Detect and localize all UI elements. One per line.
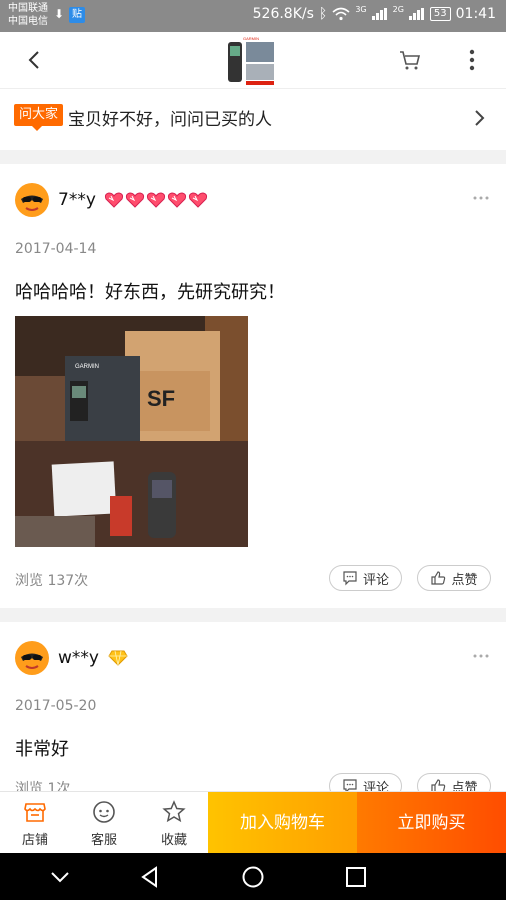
thumbs-up-icon <box>431 571 446 585</box>
star-icon <box>162 800 186 823</box>
status-indicators: 526.8K/s ᛒ 3G 2G 53 01:41 <box>252 4 496 23</box>
review-photo[interactable]: SF GARMIN <box>15 316 248 547</box>
avatar[interactable] <box>14 640 50 676</box>
review-text: 哈哈哈哈！好东西，先研究研究！ <box>15 282 285 303</box>
comment-icon <box>343 571 357 586</box>
ask-others-bar[interactable]: 问大家 宝贝好不好，问问已买的人 <box>0 88 506 150</box>
top-header: GARMIN <box>0 32 506 88</box>
screen: 中国联通 中国电信 ⬇ 贴 526.8K/s ᛒ 3G 2G 53 01:41 … <box>0 0 506 900</box>
comment-button[interactable]: 评论 <box>329 565 402 591</box>
review-card: 7**y 2017-04-14 哈哈哈哈！好东西，先研究研究！ SF GARMI… <box>0 164 506 608</box>
ask-prompt: 宝贝好不好，问问已买的人 <box>68 110 272 130</box>
more-horizontal-icon[interactable] <box>472 194 490 202</box>
comment-label: 评论 <box>362 572 389 588</box>
like-label: 点赞 <box>451 572 478 588</box>
reviewer-name: w**y <box>58 648 99 668</box>
buy-now-button[interactable]: 立即购买 <box>357 792 506 854</box>
cart-icon[interactable] <box>398 48 422 72</box>
more-horizontal-icon[interactable] <box>472 652 490 660</box>
status-bar: 中国联通 中国电信 ⬇ 贴 526.8K/s ᛒ 3G 2G 53 01:41 <box>0 0 506 32</box>
collapse-icon[interactable] <box>48 865 72 889</box>
nav-home-icon[interactable] <box>241 865 265 889</box>
shop-icon <box>24 803 46 822</box>
diamond-level-icon <box>108 650 128 666</box>
heart-icon <box>125 192 145 208</box>
nav-recents-icon[interactable] <box>344 865 368 889</box>
carrier-2: 中国电信 <box>8 16 48 27</box>
service-label: 客服 <box>90 833 117 848</box>
network-type-1: 3G <box>355 4 367 14</box>
like-button[interactable]: 点赞 <box>417 565 491 591</box>
battery-icon: 53 <box>429 7 451 21</box>
service-icon <box>93 801 115 823</box>
photo-brand-label: GARMIN <box>75 364 99 370</box>
favorite-label: 收藏 <box>160 833 187 848</box>
reviewer-name: 7**y <box>58 190 96 210</box>
review-date: 2017-05-20 <box>15 698 97 714</box>
view-count: 浏览 137次 <box>15 573 89 589</box>
chevron-right-icon <box>475 110 485 126</box>
net-speed: 526.8K/s <box>252 6 314 22</box>
customer-service-button[interactable]: 客服 <box>69 792 139 854</box>
thumbnail-brand: GARMIN <box>243 36 259 41</box>
review-date: 2017-04-14 <box>15 241 97 257</box>
signal-icon-1 <box>371 8 388 20</box>
download-icon: ⬇ <box>54 7 65 21</box>
favorite-button[interactable]: 收藏 <box>139 792 209 854</box>
wifi-icon <box>332 7 350 21</box>
bottom-action-bar: 店铺 客服 收藏 加入购物车 立即购买 <box>0 791 506 854</box>
ask-badge: 问大家 <box>14 104 64 131</box>
shop-button[interactable]: 店铺 <box>0 792 70 854</box>
avatar[interactable] <box>14 182 50 218</box>
carrier-info: 中国联通 中国电信 <box>8 2 48 28</box>
clock: 01:41 <box>455 6 496 22</box>
back-arrow-icon[interactable] <box>24 46 44 74</box>
heart-icon <box>188 192 208 208</box>
shop-label: 店铺 <box>21 833 48 848</box>
system-navigation-bar <box>0 853 506 900</box>
user-level-hearts <box>104 191 208 209</box>
add-to-cart-button[interactable]: 加入购物车 <box>208 792 357 854</box>
heart-icon <box>104 192 124 208</box>
carrier-1: 中国联通 <box>8 3 48 14</box>
bluetooth-icon: ᛒ <box>318 6 328 22</box>
heart-icon <box>167 192 187 208</box>
signal-icon-2 <box>408 8 425 20</box>
product-thumbnail[interactable]: GARMIN <box>224 34 278 88</box>
heart-icon <box>146 192 166 208</box>
review-text: 非常好 <box>15 739 69 760</box>
more-options-icon[interactable] <box>464 46 480 74</box>
nav-back-icon[interactable] <box>138 865 162 889</box>
taobao-notification-icon: 贴 <box>69 7 85 23</box>
photo-box-label: SF <box>147 386 175 411</box>
network-type-2: 2G <box>392 4 404 14</box>
